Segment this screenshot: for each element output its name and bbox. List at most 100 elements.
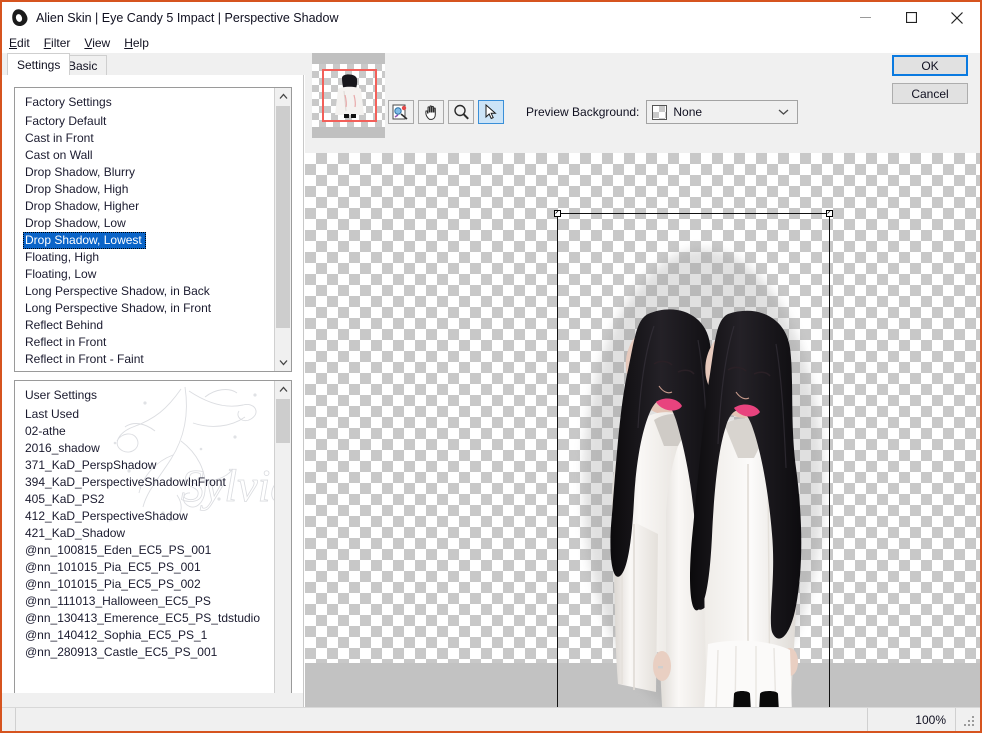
list-item-label[interactable]: @nn_101015_Pia_EC5_PS_002 <box>15 576 275 593</box>
list-item[interactable]: 371_KaD_PerspShadow <box>15 457 275 474</box>
status-bar: 100% <box>2 707 980 731</box>
menu-edit[interactable]: Edit <box>9 36 30 50</box>
list-item-label[interactable]: 421_KaD_Shadow <box>15 525 275 542</box>
left-panel-footer <box>2 693 304 707</box>
hand-tool-button[interactable] <box>418 100 444 124</box>
factory-scroll-down-button[interactable] <box>275 354 291 371</box>
factory-scroll-thumb[interactable] <box>276 106 290 328</box>
pointer-tool-button[interactable] <box>478 100 504 124</box>
user-scrollbar[interactable] <box>274 381 291 731</box>
list-item[interactable]: Factory Default <box>15 113 275 130</box>
list-item[interactable]: @nn_101015_Pia_EC5_PS_002 <box>15 576 275 593</box>
preview-background-select[interactable]: None <box>646 100 799 124</box>
list-item-label[interactable]: Cast in Front <box>15 130 275 147</box>
list-item[interactable]: Cast in Front <box>15 130 275 147</box>
list-item[interactable]: Last Used <box>15 406 275 423</box>
eyedropper-tool-button[interactable] <box>388 100 414 124</box>
list-item-label[interactable]: Floating, Low <box>15 266 275 283</box>
cancel-button[interactable]: Cancel <box>892 83 968 104</box>
list-item-label[interactable]: Drop Shadow, High <box>15 181 275 198</box>
menu-bar: Edit Filter View Help <box>2 33 980 53</box>
maximize-button[interactable] <box>888 2 934 33</box>
list-item[interactable]: 412_KaD_PerspectiveShadow <box>15 508 275 525</box>
list-item[interactable]: Floating, Low <box>15 266 275 283</box>
status-zoom-level: 100% <box>868 708 956 731</box>
list-item[interactable]: Drop Shadow, Blurry <box>15 164 275 181</box>
selection-rectangle[interactable] <box>554 210 833 709</box>
list-item-label[interactable]: @nn_140412_Sophia_EC5_PS_1 <box>15 627 275 644</box>
list-item[interactable]: @nn_101015_Pia_EC5_PS_001 <box>15 559 275 576</box>
preview-canvas[interactable] <box>305 153 980 709</box>
list-item-label[interactable]: Reflect in Front <box>15 334 275 351</box>
list-item-label[interactable]: @nn_130413_Emerence_EC5_PS_tdstudio <box>15 610 275 627</box>
list-item-label[interactable]: Drop Shadow, Blurry <box>15 164 275 181</box>
list-item[interactable]: Drop Shadow, Low <box>15 215 275 232</box>
user-scroll-thumb[interactable] <box>276 399 290 443</box>
menu-view-label: iew <box>92 36 111 50</box>
list-item[interactable]: Reflect in Front - Faint <box>15 351 275 368</box>
list-item[interactable]: 421_KaD_Shadow <box>15 525 275 542</box>
list-item[interactable]: Floating, High <box>15 249 275 266</box>
menu-view[interactable]: View <box>84 36 110 50</box>
menu-filter[interactable]: Filter <box>44 36 71 50</box>
list-item[interactable]: 405_KaD_PS2 <box>15 491 275 508</box>
menu-help[interactable]: Help <box>124 36 149 50</box>
tab-settings[interactable]: Settings <box>7 53 71 75</box>
list-item-label[interactable]: Floating, High <box>15 249 275 266</box>
list-item[interactable]: Drop Shadow, High <box>15 181 275 198</box>
list-item-label[interactable]: 412_KaD_PerspectiveShadow <box>15 508 275 525</box>
close-button[interactable] <box>934 2 980 33</box>
zoom-tool-button[interactable] <box>448 100 474 124</box>
list-item[interactable]: @nn_140412_Sophia_EC5_PS_1 <box>15 627 275 644</box>
list-item-label[interactable]: 02-athe <box>15 423 275 440</box>
list-item[interactable]: Drop Shadow, Lowest <box>15 232 275 249</box>
list-item[interactable]: @nn_280913_Castle_EC5_PS_001 <box>15 644 275 661</box>
list-item[interactable]: 2016_shadow <box>15 440 275 457</box>
ok-button[interactable]: OK <box>892 55 968 76</box>
minimize-button[interactable] <box>842 2 888 33</box>
list-item-label[interactable]: Cast on Wall <box>15 147 275 164</box>
list-item-label[interactable]: Long Perspective Shadow, in Front <box>15 300 275 317</box>
resize-grip[interactable] <box>956 708 980 731</box>
list-item[interactable]: Reflect in Front <box>15 334 275 351</box>
list-item-label[interactable]: @nn_100815_Eden_EC5_PS_001 <box>15 542 275 559</box>
factory-scrollbar[interactable] <box>274 88 291 371</box>
list-item-label[interactable]: Reflect Behind <box>15 317 275 334</box>
list-item-label[interactable]: 394_KaD_PerspectiveShadowInFront <box>15 474 275 491</box>
list-item-label[interactable]: Drop Shadow, Higher <box>15 198 275 215</box>
list-item[interactable]: Drop Shadow, Higher <box>15 198 275 215</box>
list-item-label[interactable]: Last Used <box>15 406 275 423</box>
user-settings-rows: User Settings Last Used 02-athe 2016_shadow… <box>15 381 275 731</box>
list-item-label[interactable]: @nn_101015_Pia_EC5_PS_001 <box>15 559 275 576</box>
user-settings-listbox[interactable]: Sylviane User SettingsLast Used02-athe20… <box>14 380 292 731</box>
list-item[interactable]: 02-athe <box>15 423 275 440</box>
list-item-selected[interactable]: Drop Shadow, Lowest <box>23 232 146 249</box>
factory-scroll-up-button[interactable] <box>275 88 291 105</box>
selection-handle-top-left[interactable] <box>554 210 561 217</box>
list-item[interactable]: Long Perspective Shadow, in Front <box>15 300 275 317</box>
list-item[interactable]: @nn_111013_Halloween_EC5_PS <box>15 593 275 610</box>
list-item-label[interactable]: Factory Default <box>15 113 275 130</box>
selection-handle-top-right[interactable] <box>826 210 833 217</box>
list-item[interactable]: Reflect Behind <box>15 317 275 334</box>
list-item[interactable]: @nn_130413_Emerence_EC5_PS_tdstudio <box>15 610 275 627</box>
list-item-label[interactable]: @nn_111013_Halloween_EC5_PS <box>15 593 275 610</box>
list-item-label[interactable]: Reflect in Front - Faint <box>15 351 275 368</box>
list-item-label[interactable]: Drop Shadow, Low <box>15 215 275 232</box>
chevron-down-icon <box>279 360 287 366</box>
thumbnail-viewport-rect[interactable] <box>322 69 377 122</box>
list-item-label[interactable]: Long Perspective Shadow, in Back <box>15 283 275 300</box>
user-scroll-up-button[interactable] <box>275 381 291 398</box>
list-item[interactable]: Long Perspective Shadow, in Back <box>15 283 275 300</box>
list-item-label[interactable]: 371_KaD_PerspShadow <box>15 457 275 474</box>
list-item[interactable]: Cast on Wall <box>15 147 275 164</box>
list-item-label[interactable]: 405_KaD_PS2 <box>15 491 275 508</box>
preview-background-swatch <box>652 104 668 120</box>
factory-settings-listbox[interactable]: Factory Settings Factory Default Cast in F… <box>14 87 292 372</box>
list-item-label[interactable]: 2016_shadow <box>15 440 275 457</box>
list-item-label[interactable]: @nn_280913_Castle_EC5_PS_001 <box>15 644 275 661</box>
navigator-thumbnail[interactable] <box>312 53 385 138</box>
list-item[interactable]: 394_KaD_PerspectiveShadowInFront <box>15 474 275 491</box>
window-title: Alien Skin | Eye Candy 5 Impact | Perspe… <box>36 10 339 25</box>
list-item[interactable]: @nn_100815_Eden_EC5_PS_001 <box>15 542 275 559</box>
